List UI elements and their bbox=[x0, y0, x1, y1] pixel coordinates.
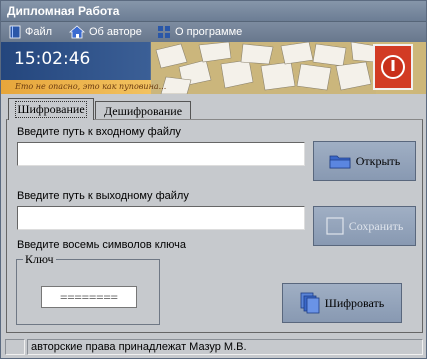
app-window: Дипломная Работа Файл Об авторе О програ… bbox=[0, 0, 427, 359]
header-banner: Ето не опасно, это как пуповина... 15:02… bbox=[1, 42, 426, 94]
input-path-label: Введите путь к входному файлу bbox=[17, 126, 181, 138]
menu-about-author[interactable]: Об авторе bbox=[69, 24, 142, 40]
documents-icon bbox=[300, 292, 320, 314]
status-bar: авторские права принадлежат Мазур М.В. bbox=[1, 336, 426, 358]
encrypt-button-label: Шифровать bbox=[324, 295, 385, 310]
key-input[interactable]: ======== bbox=[41, 286, 137, 308]
menu-about-program-label: О программе bbox=[175, 26, 243, 38]
output-path-label: Введите путь к выходному файлу bbox=[17, 190, 189, 202]
folder-icon bbox=[329, 155, 351, 169]
key-group-label: Ключ bbox=[23, 252, 56, 267]
tab-encrypt-label: Шифрование bbox=[15, 101, 87, 118]
output-path-field[interactable] bbox=[17, 206, 305, 230]
menu-about-author-label: Об авторе bbox=[89, 26, 142, 38]
status-copyright: авторские права принадлежат Мазур М.В. bbox=[27, 339, 423, 355]
clock-time: 15:02:46 bbox=[14, 49, 91, 69]
tab-decrypt-label: Дешифрование bbox=[103, 103, 183, 118]
menu-about-program[interactable]: О программе bbox=[157, 24, 242, 40]
scattered-papers-image bbox=[151, 42, 376, 94]
power-button[interactable] bbox=[373, 44, 413, 90]
menu-file-label: Файл bbox=[25, 26, 53, 38]
input-path-field[interactable] bbox=[17, 142, 305, 166]
open-button-label: Открыть bbox=[355, 153, 401, 168]
key-label: Введите восемь символов ключа bbox=[17, 239, 186, 251]
save-icon bbox=[326, 217, 344, 235]
tab-decrypt[interactable]: Дешифрование bbox=[95, 101, 191, 120]
house-icon bbox=[69, 25, 85, 39]
window-title: Дипломная Работа bbox=[7, 4, 120, 18]
book-icon bbox=[9, 25, 21, 39]
power-icon bbox=[381, 55, 405, 79]
menu-bar: Файл Об авторе О программе bbox=[1, 22, 426, 42]
windows-icon bbox=[158, 26, 170, 38]
encrypt-button[interactable]: Шифровать bbox=[282, 283, 402, 323]
tab-encrypt[interactable]: Шифрование bbox=[8, 98, 94, 120]
save-button-label: Сохранить bbox=[348, 218, 404, 233]
title-bar[interactable]: Дипломная Работа bbox=[1, 1, 426, 22]
menu-file[interactable]: Файл bbox=[9, 24, 52, 40]
save-button[interactable]: Сохранить bbox=[313, 206, 416, 246]
status-cell-empty bbox=[5, 339, 25, 355]
banner-script-text: Ето не опасно, это как пуповина... bbox=[15, 82, 167, 91]
open-button[interactable]: Открыть bbox=[313, 141, 416, 181]
